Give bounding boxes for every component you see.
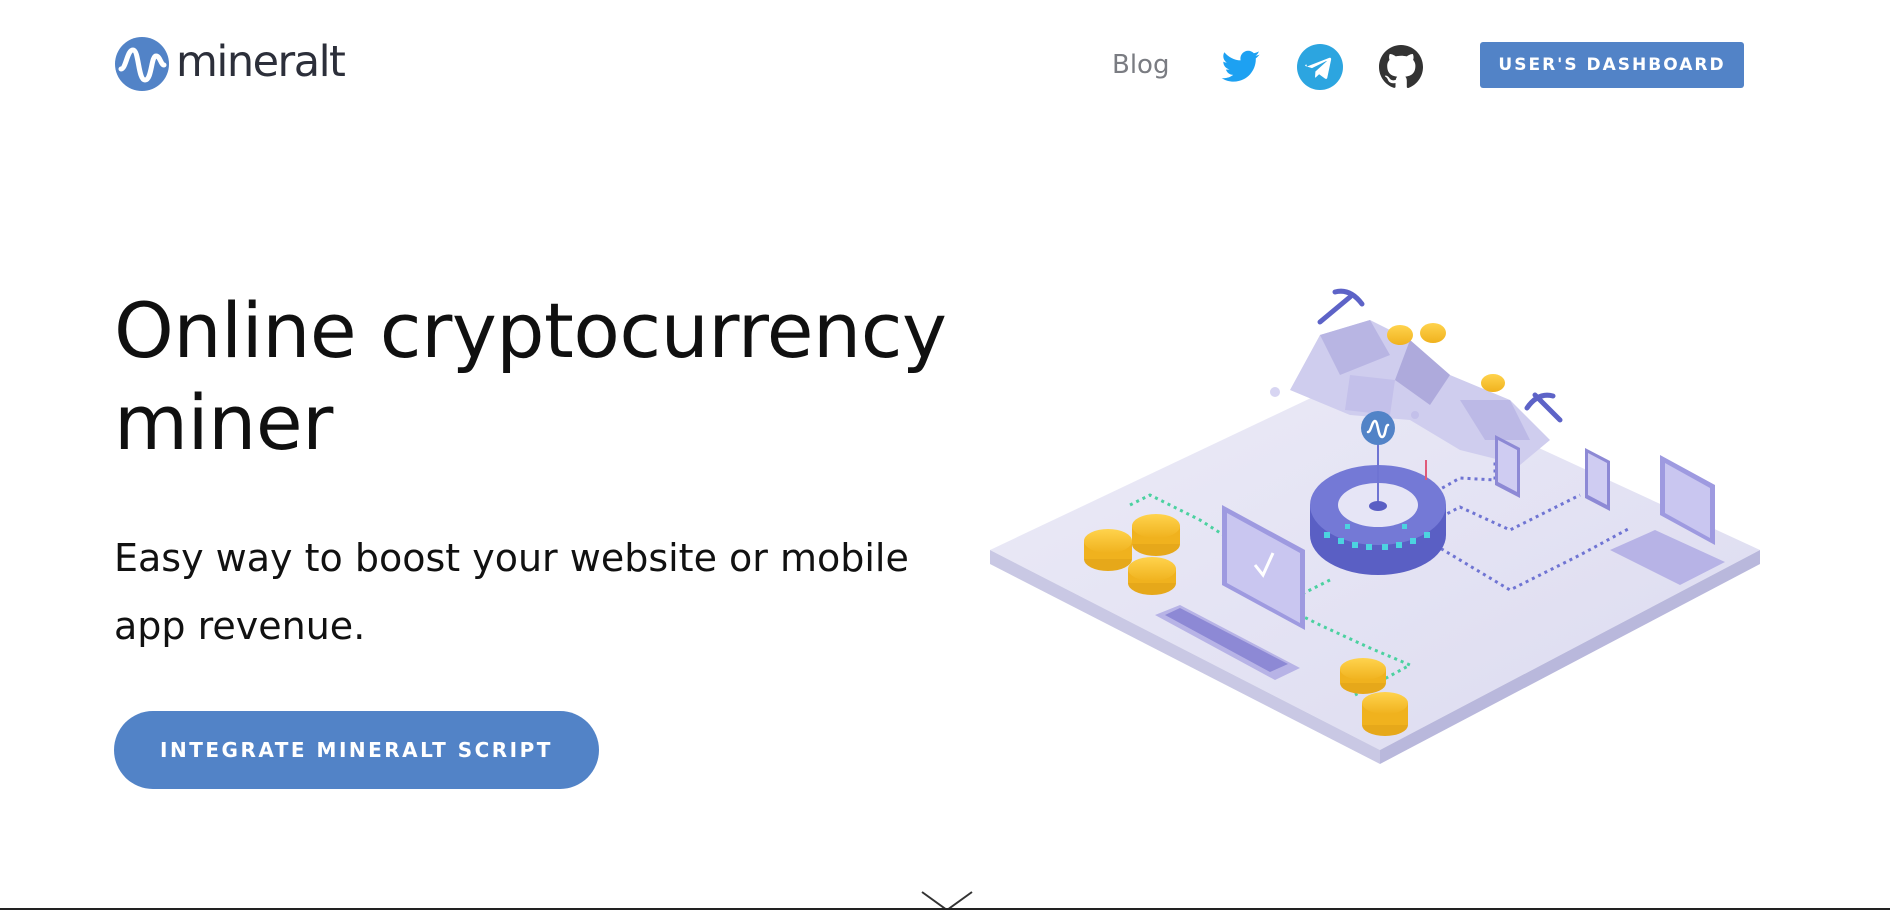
twitter-icon — [1221, 50, 1260, 82]
users-dashboard-button[interactable]: USER'S DASHBOARD — [1480, 42, 1744, 88]
hero-subtitle: Easy way to boost your website or mobile… — [114, 536, 909, 648]
integrate-script-button[interactable]: INTEGRATE MINERALT SCRIPT — [114, 711, 599, 789]
site-header: mineralt Blog USER'S DASHBOARD — [0, 0, 1890, 130]
hero-title: Online cryptocurrency miner — [114, 286, 947, 467]
brand-logo[interactable]: mineralt — [114, 36, 346, 92]
mineralt-logo-icon — [115, 37, 169, 91]
twitter-link[interactable] — [1218, 44, 1264, 90]
chevron-down-icon[interactable] — [920, 890, 974, 910]
brand-name: mineralt — [176, 36, 346, 87]
github-icon — [1379, 45, 1423, 89]
mining-illustration — [990, 288, 1760, 764]
telegram-icon — [1297, 44, 1343, 90]
nav-link-blog[interactable]: Blog — [1112, 50, 1169, 80]
github-link[interactable] — [1378, 44, 1424, 90]
telegram-link[interactable] — [1297, 44, 1343, 90]
